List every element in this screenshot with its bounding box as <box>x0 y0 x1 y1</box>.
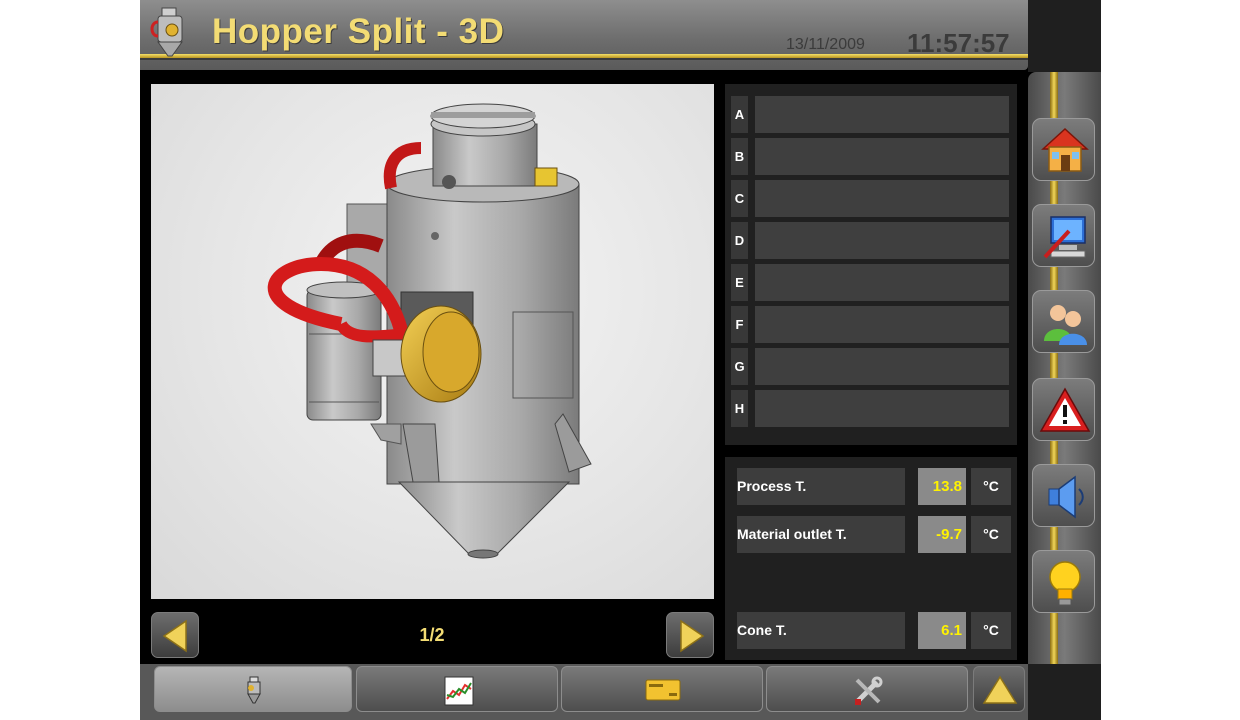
temp-value: 6.1 <box>918 612 966 649</box>
row-bar <box>755 390 1009 427</box>
row-bar <box>755 96 1009 133</box>
temp-row-material-outlet: Material outlet T. -9.7 °C <box>737 516 1011 553</box>
temp-unit: °C <box>971 612 1011 649</box>
sound-button[interactable] <box>1032 464 1095 527</box>
row-letter: H <box>731 390 748 427</box>
sidebar-top-spacer <box>1028 0 1101 72</box>
date-display: 13/11/2009 <box>786 36 865 53</box>
temperature-panel: Process T. 13.8 °C Material outlet T. -9… <box>725 457 1017 660</box>
arrow-left-icon <box>162 619 187 653</box>
hopper-icon <box>150 7 183 57</box>
row-bar <box>755 264 1009 301</box>
chart-icon <box>444 676 474 706</box>
hmi-screen: Hopper Split - 3D 13/11/2009 11:57:57 1/… <box>140 0 1101 720</box>
temp-label: Process T. <box>737 468 905 505</box>
previous-page-button[interactable] <box>151 612 199 658</box>
status-row-d: D <box>731 222 1009 259</box>
time-display: 11:57:57 <box>907 28 1010 58</box>
tools-icon <box>855 676 883 705</box>
row-letter: A <box>731 96 748 133</box>
speaker-icon <box>1048 475 1084 519</box>
tab-trend-chart[interactable] <box>356 666 558 712</box>
page-indicator: 1/2 <box>419 625 445 645</box>
status-list-panel: A B C D E F G H <box>725 84 1017 445</box>
status-row-f: F <box>731 306 1009 343</box>
arrow-right-icon <box>680 619 705 653</box>
arrow-up-icon <box>982 675 1018 704</box>
temp-value: -9.7 <box>918 516 966 553</box>
temp-label: Material outlet T. <box>737 516 905 553</box>
computer-icon <box>1043 216 1086 259</box>
tab-hopper-view[interactable] <box>154 666 352 712</box>
scroll-up-button[interactable] <box>973 666 1025 712</box>
3d-model-view[interactable] <box>151 84 714 599</box>
header-divider <box>140 58 1028 60</box>
row-letter: G <box>731 348 748 385</box>
status-row-c: C <box>731 180 1009 217</box>
bottom-toolbar <box>140 664 1028 720</box>
temp-row-cone: Cone T. 6.1 °C <box>737 612 1011 649</box>
temp-value: 13.8 <box>918 468 966 505</box>
row-bar <box>755 180 1009 217</box>
status-row-e: E <box>731 264 1009 301</box>
row-bar <box>755 222 1009 259</box>
temp-row-process: Process T. 13.8 °C <box>737 468 1011 505</box>
row-letter: D <box>731 222 748 259</box>
next-page-button[interactable] <box>666 612 714 658</box>
right-sidebar <box>1028 72 1101 664</box>
temp-label: Cone T. <box>737 612 905 649</box>
lightbulb-button[interactable] <box>1032 550 1095 613</box>
card-icon <box>645 679 681 701</box>
users-button[interactable] <box>1032 290 1095 353</box>
row-bar <box>755 306 1009 343</box>
row-bar <box>755 138 1009 175</box>
hopper-icon <box>247 676 261 704</box>
row-bar <box>755 348 1009 385</box>
users-icon <box>1044 305 1087 345</box>
home-icon <box>1041 127 1089 172</box>
warning-icon <box>1039 387 1091 432</box>
status-row-g: G <box>731 348 1009 385</box>
lightbulb-icon <box>1049 561 1081 606</box>
tab-card[interactable] <box>561 666 763 712</box>
row-letter: F <box>731 306 748 343</box>
hopper-3d-model <box>267 103 592 559</box>
computer-button[interactable] <box>1032 204 1095 267</box>
status-row-h: H <box>731 390 1009 427</box>
toolbar-right-spacer <box>1028 664 1101 720</box>
temp-unit: °C <box>971 468 1011 505</box>
home-button[interactable] <box>1032 118 1095 181</box>
temp-unit: °C <box>971 516 1011 553</box>
header-bar: Hopper Split - 3D 13/11/2009 11:57:57 <box>140 0 1028 70</box>
status-row-b: B <box>731 138 1009 175</box>
row-letter: C <box>731 180 748 217</box>
status-row-a: A <box>731 96 1009 133</box>
row-letter: E <box>731 264 748 301</box>
alarm-button[interactable] <box>1032 378 1095 441</box>
row-letter: B <box>731 138 748 175</box>
page-title: Hopper Split - 3D <box>212 12 505 51</box>
tab-settings-tools[interactable] <box>766 666 968 712</box>
